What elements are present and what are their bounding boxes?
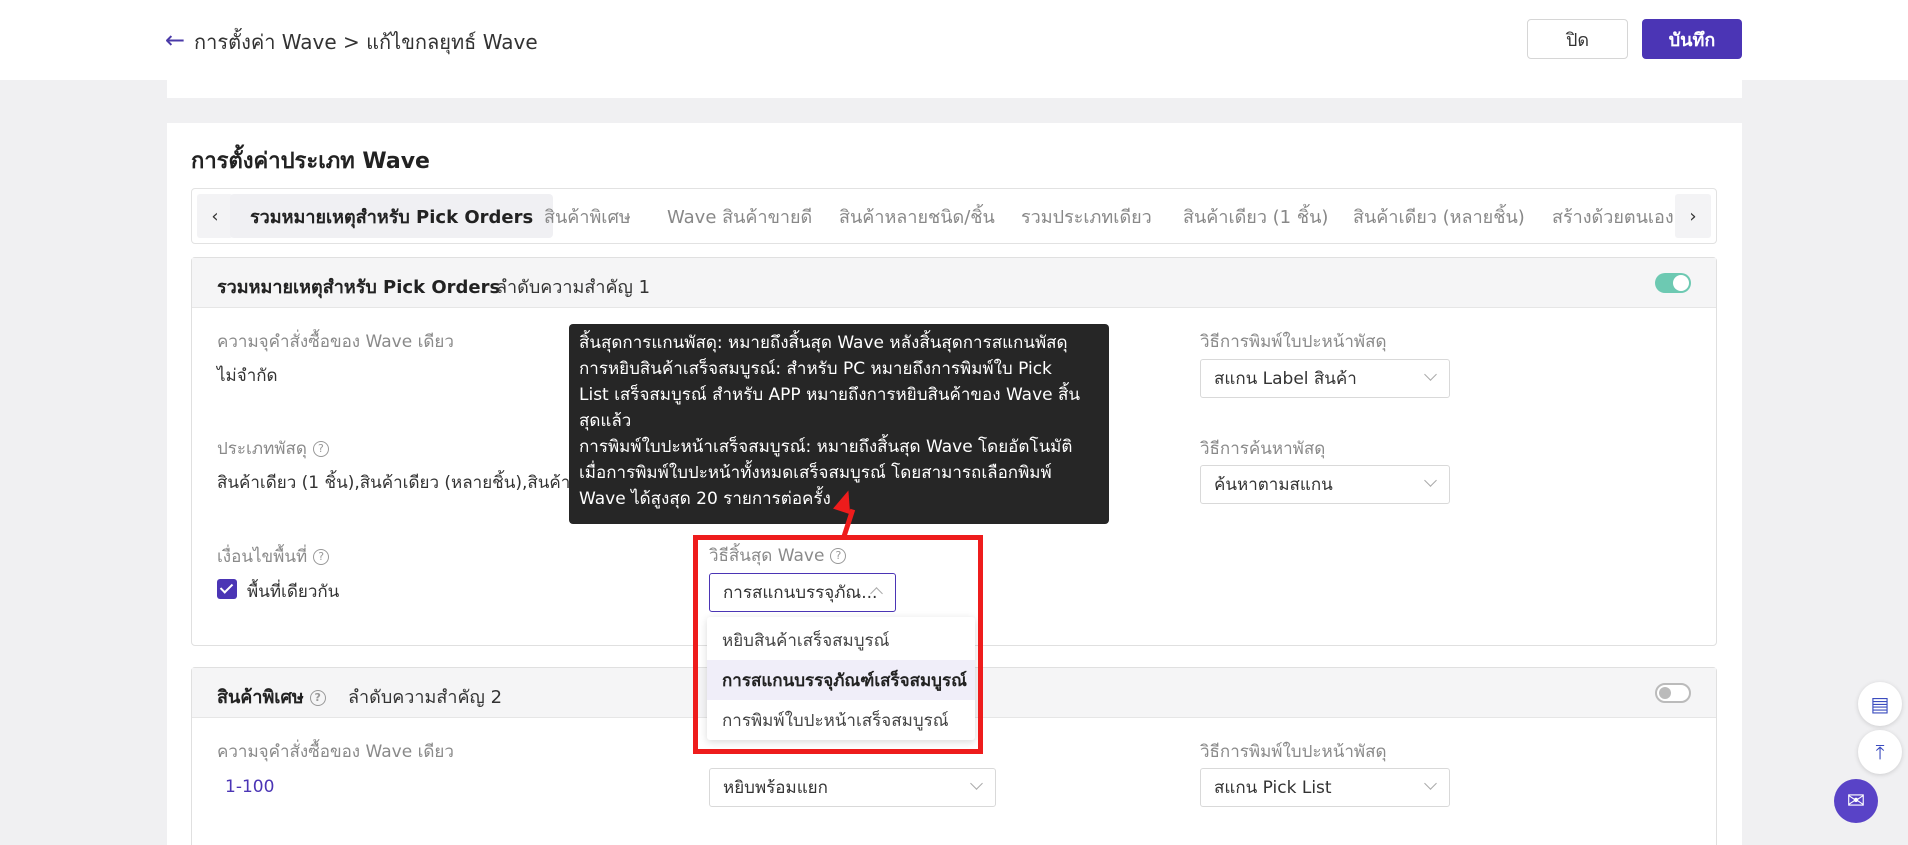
- chevron-down-icon: [1424, 474, 1437, 487]
- priority-label: ลำดับความสำคัญ 2: [348, 687, 503, 708]
- chevron-right-icon[interactable]: ›: [1675, 194, 1711, 238]
- capacity-label: ความจุคำสั่งซื้อของ Wave เดียว: [217, 332, 454, 352]
- chevron-down-icon: [970, 777, 983, 790]
- back-arrow-icon[interactable]: ←: [165, 28, 185, 52]
- tab-single-multi[interactable]: สินค้าเดียว (หลายชิ้น): [1353, 194, 1525, 238]
- tooltip-line: การพิมพ์ใบปะหน้าเสร็จสมบูรณ์: หมายถึงสิ้…: [579, 437, 1073, 457]
- same-area-checkbox[interactable]: [217, 579, 237, 599]
- chat-icon[interactable]: ✉: [1834, 779, 1878, 823]
- dropdown-option-print-complete[interactable]: การพิมพ์ใบปะหน้าเสร็จสมบูรณ์: [707, 700, 975, 740]
- parcel-type-value: สินค้าเดียว (1 ชิ้น),สินค้าเดียว (หลายชิ…: [217, 473, 592, 493]
- dropdown-option-scan-complete[interactable]: การสแกนบรรจุภัณฑ์เสร็จสมบูรณ์: [707, 660, 975, 700]
- capacity-value[interactable]: 1-100: [225, 777, 274, 797]
- panel-title: สินค้าพิเศษ?: [217, 682, 326, 711]
- chevron-down-icon: [1424, 368, 1437, 381]
- tab-manual[interactable]: สร้างด้วยตนเอง: [1552, 194, 1674, 238]
- help-icon[interactable]: ?: [313, 549, 330, 565]
- help-icon[interactable]: ?: [312, 441, 329, 457]
- help-icon[interactable]: ?: [309, 690, 326, 706]
- tab-single-one[interactable]: สินค้าเดียว (1 ชิ้น): [1183, 194, 1328, 238]
- help-icon[interactable]: ?: [830, 548, 847, 564]
- tooltip-line: การหยิบสินค้าเสร็จสมบูรณ์: สำหรับ PC หมา…: [579, 359, 1052, 379]
- top-header: ← การตั้งค่า Wave > แก้ไขกลยุทธ์ Wave ปิ…: [0, 0, 1908, 80]
- print-method-label: วิธีการพิมพ์ใบปะหน้าพัสดุ: [1200, 332, 1387, 352]
- wave-end-value: การสแกนบรรจุภัณ...: [723, 583, 878, 603]
- chevron-down-icon: [1424, 777, 1437, 790]
- capacity-value: ไม่จำกัด: [217, 366, 278, 386]
- wave-end-dropdown: หยิบสินค้าเสร็จสมบูรณ์ การสแกนบรรจุภัณฑ์…: [707, 617, 975, 740]
- breadcrumb: การตั้งค่า Wave > แก้ไขกลยุทธ์ Wave: [194, 30, 538, 54]
- enable-toggle[interactable]: [1655, 683, 1691, 703]
- tooltip-line: สุดแล้ว: [579, 411, 632, 431]
- back-to-top-icon[interactable]: ⤒: [1858, 730, 1902, 774]
- same-area-label: พื้นที่เดียวกัน: [247, 582, 340, 602]
- chevron-left-icon[interactable]: ‹: [197, 194, 233, 238]
- print-method-value: สแกน Label สินค้า: [1214, 369, 1357, 389]
- panel-title: รวมหมายเหตุสำหรับ Pick Orders: [217, 277, 501, 298]
- tooltip-line: List เสร็จสมบูรณ์ สำหรับ APP หมายถึงการห…: [579, 385, 1081, 405]
- dropdown-option-pick-complete[interactable]: หยิบสินค้าเสร็จสมบูรณ์: [707, 620, 975, 660]
- tab-multi-type[interactable]: สินค้าหลายชนิด/ชิ้น: [839, 194, 995, 238]
- print-method-select[interactable]: สแกน Label สินค้า: [1200, 359, 1450, 398]
- tooltip-line: สิ้นสุดการแกนพัสดุ: หมายถึงสิ้นสุด Wave …: [579, 333, 1068, 353]
- pick-method-value: หยิบพร้อมแยก: [723, 778, 828, 798]
- parcel-type-label: ประเภทพัสดุ?: [217, 435, 329, 462]
- pick-method-select[interactable]: หยิบพร้อมแยก: [709, 768, 996, 807]
- tab-single-type[interactable]: รวมประเภทเดียว: [1021, 194, 1152, 238]
- search-method-select[interactable]: ค้นหาตามสแกน: [1200, 465, 1450, 504]
- print-method-value: สแกน Pick List: [1214, 778, 1332, 798]
- save-button[interactable]: บันทึก: [1642, 19, 1742, 59]
- area-condition-label: เงื่อนไขพื้นที่?: [217, 543, 330, 570]
- wave-end-select[interactable]: การสแกนบรรจุภัณ...: [709, 573, 896, 612]
- wave-end-label: วิธีสิ้นสุด Wave?: [709, 542, 847, 569]
- print-method-label: วิธีการพิมพ์ใบปะหน้าพัสดุ: [1200, 742, 1387, 762]
- priority-label: ลำดับความสำคัญ 1: [496, 277, 651, 298]
- search-method-value: ค้นหาตามสแกน: [1214, 475, 1333, 495]
- page-title: การตั้งค่าประเภท Wave: [191, 149, 430, 174]
- search-method-label: วิธีการค้นหาพัสดุ: [1200, 439, 1326, 459]
- feedback-icon[interactable]: ▤: [1858, 682, 1902, 726]
- print-method-select[interactable]: สแกน Pick List: [1200, 768, 1450, 807]
- capacity-label: ความจุคำสั่งซื้อของ Wave เดียว: [217, 742, 454, 762]
- tab-merge-notes[interactable]: รวมหมายเหตุสำหรับ Pick Orders: [230, 194, 554, 238]
- enable-toggle[interactable]: [1655, 273, 1691, 293]
- tab-special-products[interactable]: สินค้าพิเศษ: [544, 194, 631, 238]
- tab-best-sellers[interactable]: Wave สินค้าขายดี: [667, 194, 812, 238]
- panel-header: รวมหมายเหตุสำหรับ Pick Orders ลำดับความส…: [192, 258, 1716, 308]
- wave-type-tabs: ‹ รวมหมายเหตุสำหรับ Pick Orders สินค้าพิ…: [191, 188, 1717, 244]
- close-button[interactable]: ปิด: [1527, 19, 1628, 59]
- previous-section-card: [167, 80, 1742, 98]
- tooltip-line: เมื่อการพิมพ์ใบปะหน้าทั้งหมดเสร็จสมบูรณ์…: [579, 463, 1052, 483]
